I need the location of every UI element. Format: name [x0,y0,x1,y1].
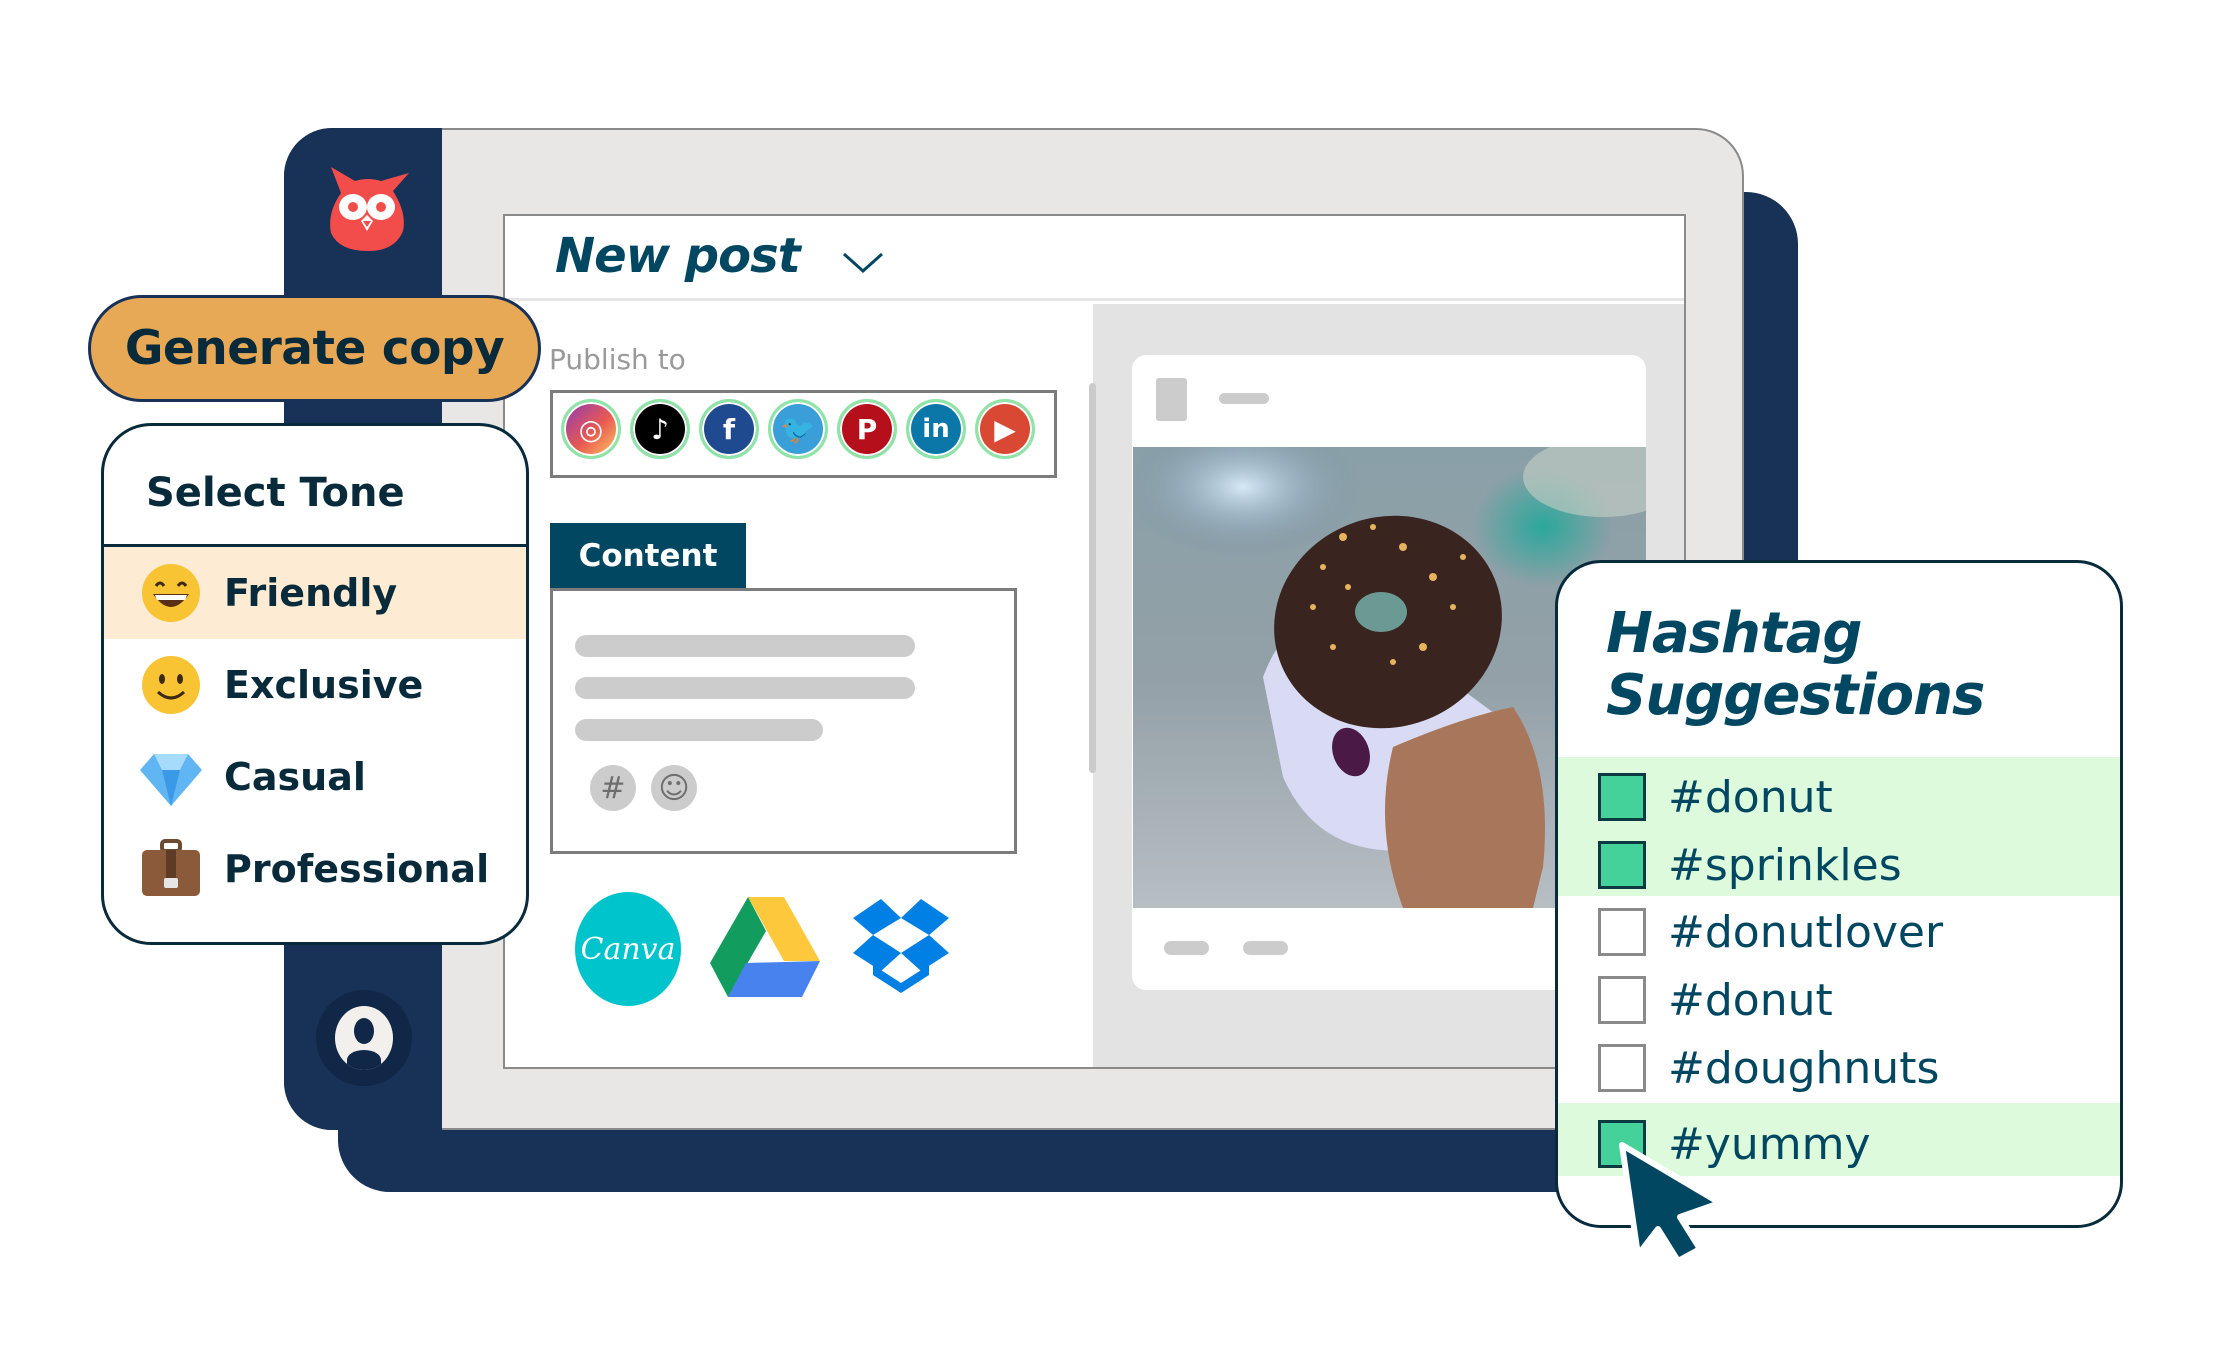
hashtag-checkbox[interactable] [1598,1044,1646,1092]
hashtag-label: #donutlover [1668,906,1944,958]
hashtag-title: Hashtag Suggestions [1606,601,1985,728]
preview-avatar-placeholder [1156,378,1187,421]
scrollbar[interactable] [1089,383,1096,773]
user-avatar-button[interactable] [316,990,412,1086]
hashtag-option[interactable]: #sprinkles [1558,839,2120,891]
slightly-smiling-face-icon [140,654,202,716]
select-tone-card: Select Tone Friendly Exclusive Casual Pr… [101,423,529,945]
hashtag-title-line: Hashtag [1606,601,1863,666]
pinterest-icon[interactable]: P [837,399,897,459]
tone-title: Select Tone [146,470,405,516]
page-title: New post [555,228,801,284]
linkedin-icon[interactable]: in [906,399,966,459]
canva-icon[interactable]: Canva [575,892,681,1006]
google-drive-icon[interactable] [710,897,822,997]
chevron-down-icon[interactable] [842,252,884,274]
youtube-icon[interactable]: ▶ [975,399,1035,459]
owl-logo-icon[interactable] [323,163,413,253]
hashtag-option[interactable]: #donut [1558,974,2120,1026]
briefcase-icon [140,838,202,900]
mouse-cursor-icon [1619,1142,1723,1262]
grinning-face-icon [140,562,202,624]
text-placeholder-line [575,635,915,657]
tone-option-exclusive[interactable]: Exclusive [104,639,526,731]
twitter-icon[interactable]: 🐦 [768,399,828,459]
text-placeholder-line [575,719,823,741]
hashtag-option[interactable]: #donut [1558,771,2120,823]
tab-content[interactable]: Content [550,523,746,589]
dropbox-icon[interactable] [853,899,949,995]
text-placeholder-line [575,677,915,699]
tone-option-professional[interactable]: Professional [104,823,526,915]
hashtag-checkbox[interactable] [1598,841,1646,889]
hashtag-label: #doughnuts [1668,1042,1940,1094]
hashtag-title-line: Suggestions [1606,663,1985,728]
hashtag-checkbox[interactable] [1598,976,1646,1024]
emoji-icon[interactable]: ☺ [651,765,697,811]
hashtag-icon[interactable]: # [590,765,636,811]
tone-label: Friendly [224,571,398,615]
hashtag-checkbox[interactable] [1598,773,1646,821]
publish-to-label: Publish to [549,343,686,376]
tone-label: Exclusive [224,663,424,707]
preview-name-placeholder [1219,393,1269,404]
preview-action-placeholder [1164,941,1209,955]
generate-copy-button[interactable]: Generate copy [88,295,541,402]
hashtag-option[interactable]: #doughnuts [1558,1042,2120,1094]
preview-action-placeholder [1243,941,1288,955]
tiktok-icon[interactable]: ♪ [630,399,690,459]
tone-label: Casual [224,755,366,799]
facebook-icon[interactable]: f [699,399,759,459]
gem-icon [140,746,202,808]
hashtag-label: #sprinkles [1668,839,1902,891]
hashtag-label: #donut [1668,771,1833,823]
tone-option-friendly[interactable]: Friendly [104,547,526,639]
hashtag-checkbox[interactable] [1598,908,1646,956]
hashtag-suggestions-panel: Hashtag Suggestions #donut #sprinkles #don… [1555,560,2123,1228]
tone-option-casual[interactable]: Casual [104,731,526,823]
hashtag-option[interactable]: #donutlover [1558,906,2120,958]
tone-label: Professional [224,847,490,891]
hashtag-label: #donut [1668,974,1833,1026]
user-avatar-icon [335,1006,393,1070]
instagram-icon[interactable]: ◎ [561,399,621,459]
